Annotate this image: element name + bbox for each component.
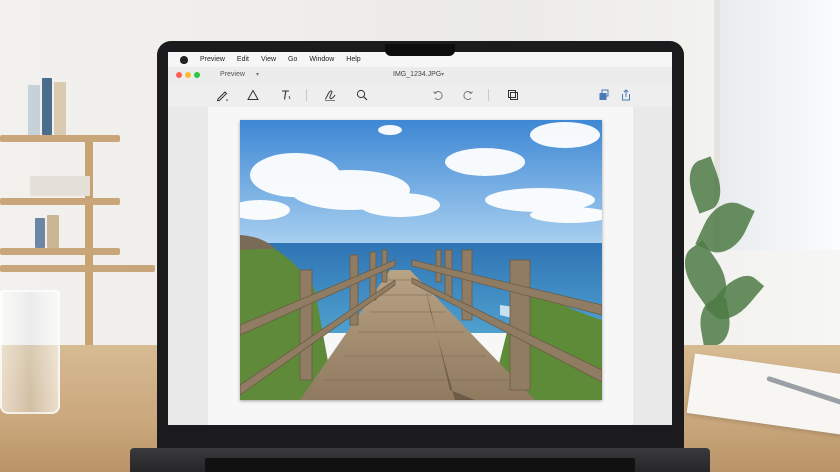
redo-icon[interactable] [460,87,476,103]
menu-item-edit[interactable]: Edit [231,56,255,63]
zoom-button[interactable] [194,72,200,78]
toolbar-divider [488,89,489,101]
text-icon[interactable] [278,87,294,103]
sidebar-toggle-label[interactable]: Preview [220,71,245,78]
undo-icon[interactable] [430,87,446,103]
magnifier-icon[interactable] [354,87,370,103]
close-button[interactable] [176,72,182,78]
shapes-triangle-icon[interactable] [245,87,261,103]
minimize-button[interactable] [185,72,191,78]
apple-icon[interactable] [180,55,188,64]
signature-icon[interactable] [322,87,338,103]
title-chevron-down-icon[interactable]: ▾ [441,71,444,78]
share-icon[interactable] [596,87,612,103]
water-glass [0,290,60,414]
document-title[interactable]: IMG_1234.JPG [393,71,441,78]
laptop-keyboard [205,458,635,472]
menu-item-window[interactable]: Window [303,56,340,63]
menu-item-help[interactable]: Help [340,56,366,63]
menu-item-view[interactable]: View [255,56,282,63]
crop-icon[interactable] [505,87,521,103]
window-title-bar: Preview ▾ IMG_1234.JPG ▾ [168,67,672,84]
upload-icon[interactable] [618,87,634,103]
chevron-down-icon[interactable]: ▾ [256,71,259,78]
toolbar [168,83,672,108]
menu-item-preview[interactable]: Preview [194,56,231,63]
toolbar-divider [306,89,307,101]
photo-image[interactable] [240,120,602,400]
camera-notch [385,44,455,56]
menu-item-go[interactable]: Go [282,56,303,63]
markup-pen-icon[interactable] [214,87,230,103]
